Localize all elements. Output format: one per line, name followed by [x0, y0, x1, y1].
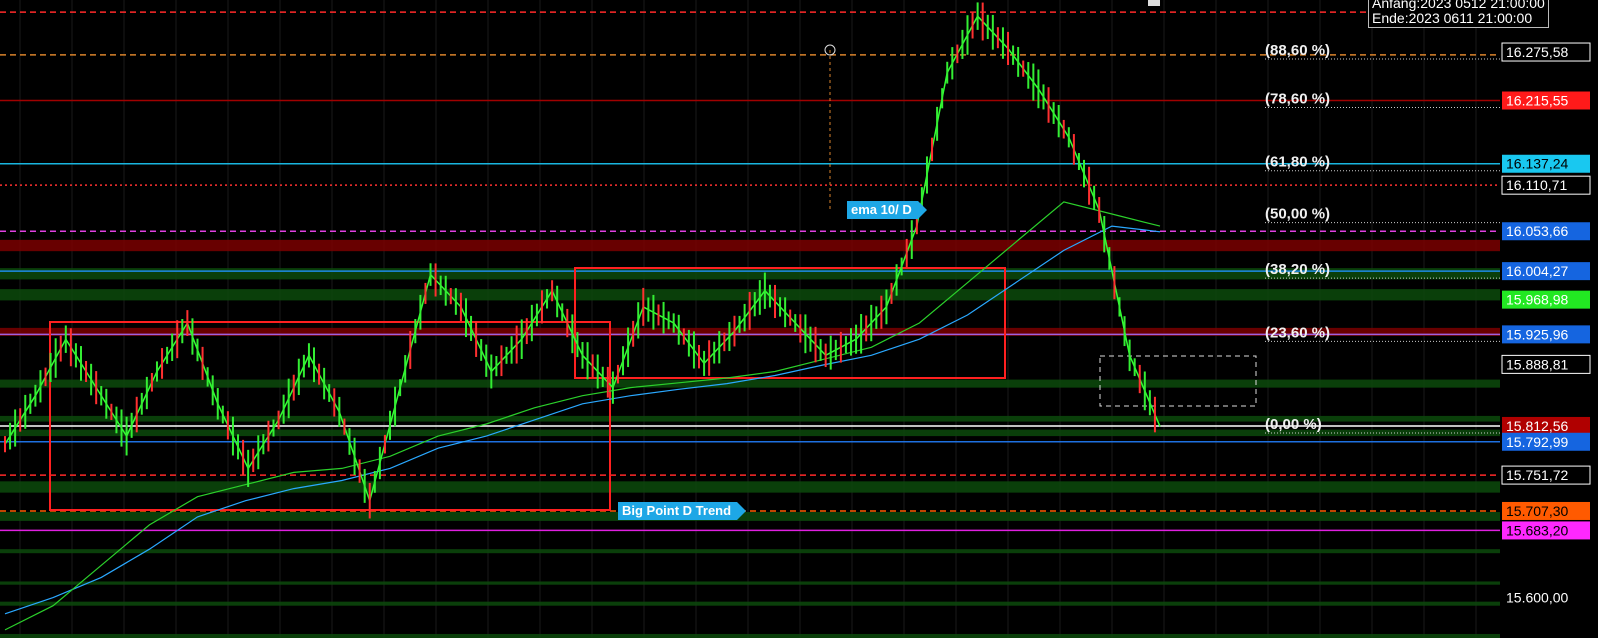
- support-zone: [0, 512, 1500, 521]
- date-range-box: Anfang:2023 0512 21:00:00 Ende:2023 0611…: [1368, 0, 1549, 28]
- support-zone: [0, 581, 1500, 585]
- series-line: [4, 201, 1161, 631]
- price-tag-label: 16.137,24: [1506, 156, 1568, 172]
- chart-area[interactable]: (88,60 %) (78,60 %) (61,80 %) (50,00 %) (38,…: [0, 0, 1598, 638]
- ema-indicator-tag[interactable]: ema 10/ D: [847, 201, 927, 219]
- end-date-label: Ende:2023 0611 21:00:00: [1372, 10, 1533, 26]
- fib-level-label: (50,00 %): [1265, 206, 1330, 223]
- fib-level-label: (0,00 %): [1265, 416, 1322, 433]
- price-tag-label: 15.683,20: [1506, 522, 1568, 538]
- fib-level-label: (23,60 %): [1265, 324, 1330, 341]
- price-tag-label: 15.600,00: [1506, 590, 1568, 606]
- price-tag-label: 15.812,56: [1506, 418, 1568, 434]
- price-tag-label: 16.110,71: [1506, 177, 1567, 193]
- price-chart[interactable]: (88,60 %) (78,60 %) (61,80 %) (50,00 %) (38,…: [0, 0, 1598, 638]
- trend-indicator-tag[interactable]: Big Point D Trend: [618, 502, 747, 520]
- support-zone: [0, 549, 1500, 554]
- price-tag-label: 15.707,30: [1506, 503, 1568, 519]
- price-tag-label: 15.968,98: [1506, 292, 1568, 308]
- support-zone: [0, 601, 1500, 606]
- support-zone: [0, 633, 1500, 638]
- price-tag-label: 15.925,96: [1506, 326, 1568, 342]
- support-zone: [0, 481, 1500, 493]
- price-tag-label: 15.792,99: [1506, 434, 1568, 450]
- window-control-square[interactable]: [1148, 0, 1160, 6]
- price-tag-label: 16.275,58: [1506, 44, 1568, 60]
- trend-tag-label: Big Point D Trend: [622, 503, 732, 518]
- ema-tag-label: ema 10/ D: [851, 202, 912, 217]
- fib-level-label: (88,60 %): [1265, 42, 1330, 59]
- price-tag-label: 16.004,27: [1506, 263, 1568, 279]
- fib-level-label: (61,80 %): [1265, 154, 1330, 171]
- price-tag-label: 16.053,66: [1506, 223, 1568, 239]
- fib-level-label: (38,20 %): [1265, 261, 1330, 278]
- support-zone: [0, 239, 1500, 252]
- price-tag-label: 15.751,72: [1506, 467, 1568, 483]
- price-tag-label: 15.888,81: [1506, 356, 1568, 372]
- support-zone: [0, 379, 1500, 388]
- price-tag-label: 16.215,55: [1506, 93, 1568, 109]
- fib-level-label: (78,60 %): [1265, 91, 1330, 108]
- series-line: [4, 14, 1161, 504]
